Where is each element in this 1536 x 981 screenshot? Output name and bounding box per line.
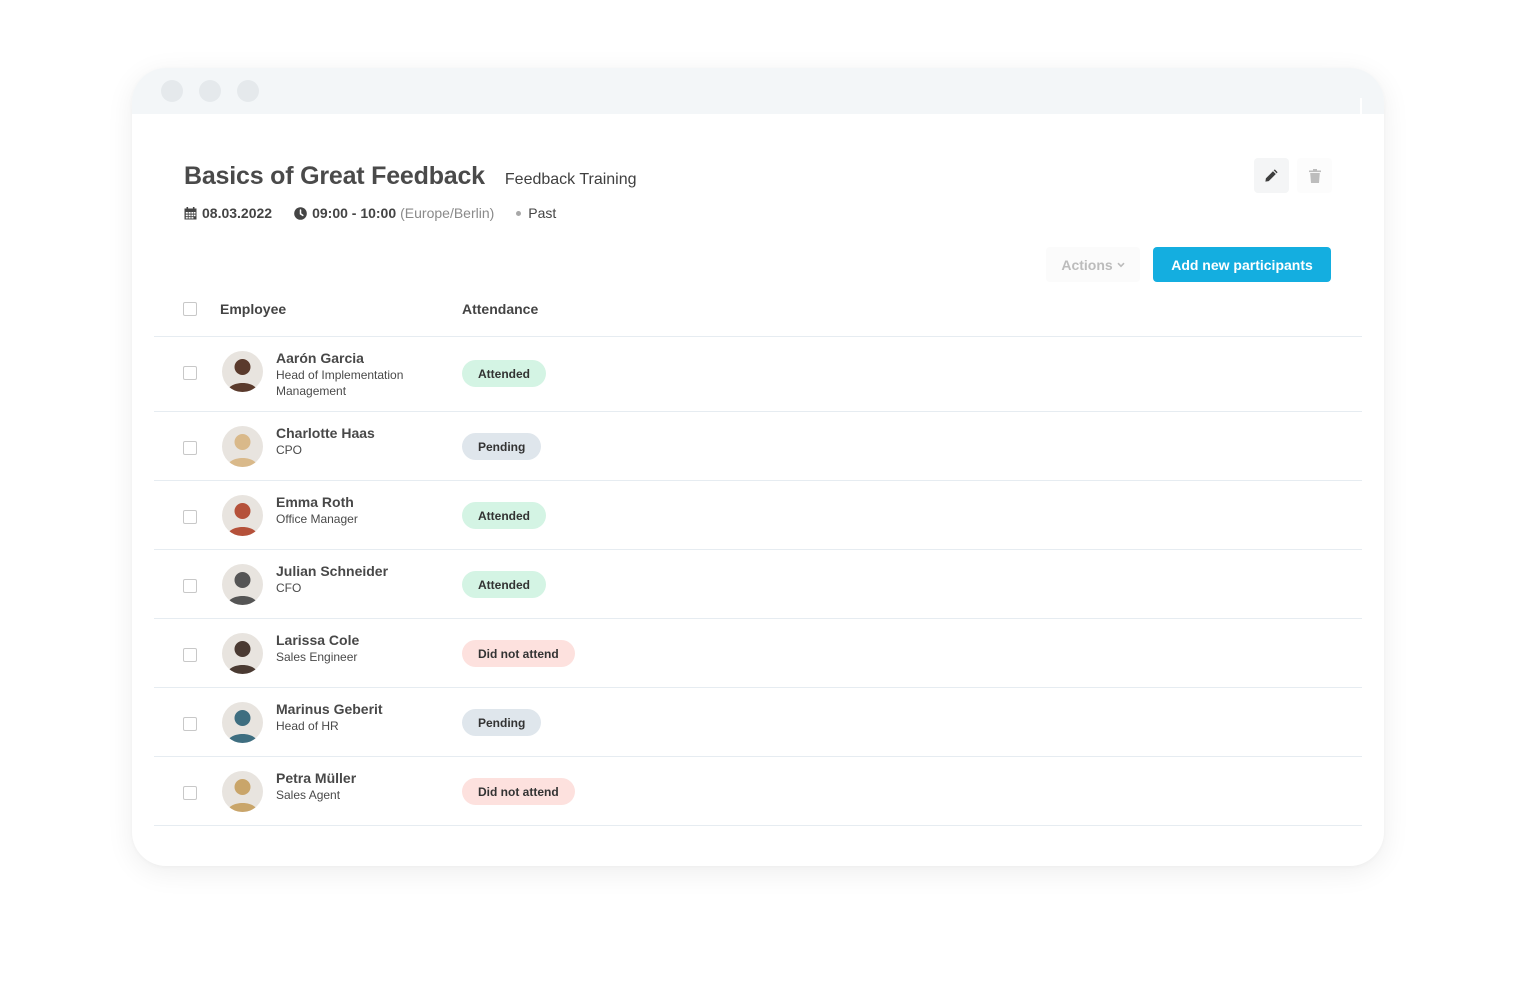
attendance-badge[interactable]: Did not attend — [462, 640, 575, 667]
event-time: 09:00 - 10:00 (Europe/Berlin) — [294, 205, 494, 221]
trash-icon — [1308, 168, 1321, 183]
table-row[interactable]: Emma Roth Office Manager Attended — [154, 481, 1362, 550]
table-body: Aarón Garcia Head of Implementation Mana… — [154, 337, 1362, 826]
employee-info: Emma Roth Office Manager — [276, 494, 436, 527]
attendance-badge[interactable]: Attended — [462, 571, 546, 598]
attendance-badge[interactable]: Attended — [462, 360, 546, 387]
row-checkbox[interactable] — [183, 510, 197, 524]
page-title: Basics of Great Feedback — [184, 162, 485, 190]
employee-role: Sales Agent — [276, 788, 341, 802]
event-date: 08.03.2022 — [184, 205, 272, 221]
employee-role: Head of Implementation Management — [276, 368, 404, 398]
employee-name[interactable]: Petra Müller — [276, 770, 436, 787]
avatar — [222, 633, 263, 674]
row-checkbox[interactable] — [183, 717, 197, 731]
employee-name[interactable]: Larissa Cole — [276, 632, 436, 649]
avatar-photo-icon — [222, 426, 263, 467]
employee-name[interactable]: Emma Roth — [276, 494, 436, 511]
employee-name[interactable]: Marinus Geberit — [276, 701, 436, 718]
actions-dropdown[interactable]: Actions — [1046, 247, 1140, 282]
employee-info: Marinus Geberit Head of HR — [276, 701, 436, 734]
table-row[interactable]: Aarón Garcia Head of Implementation Mana… — [154, 337, 1362, 412]
avatar — [222, 495, 263, 536]
event-meta: 08.03.2022 09:00 - 10:00 (Europe/Berlin)… — [184, 205, 637, 221]
table-header: Employee Attendance — [154, 288, 1362, 337]
employee-name[interactable]: Aarón Garcia — [276, 350, 436, 367]
employee-info: Julian Schneider CFO — [276, 563, 436, 596]
avatar-photo-icon — [222, 771, 263, 812]
window-maximize-button[interactable] — [237, 80, 259, 102]
event-header: Basics of Great Feedback Feedback Traini… — [184, 162, 637, 221]
avatar — [222, 426, 263, 467]
table-row[interactable]: Charlotte Haas CPO Pending — [154, 412, 1362, 481]
employee-name[interactable]: Julian Schneider — [276, 563, 436, 580]
row-checkbox[interactable] — [183, 366, 197, 380]
select-all-checkbox[interactable] — [183, 302, 197, 316]
employee-info: Larissa Cole Sales Engineer — [276, 632, 436, 665]
row-checkbox[interactable] — [183, 786, 197, 800]
window-titlebar — [132, 68, 1384, 114]
event-timezone: (Europe/Berlin) — [400, 205, 495, 221]
attendance-badge[interactable]: Did not attend — [462, 778, 575, 805]
delete-button[interactable] — [1297, 158, 1332, 193]
employee-role: Office Manager — [276, 512, 358, 526]
actions-label: Actions — [1061, 256, 1113, 273]
titlebar-divider — [1360, 98, 1362, 114]
avatar-photo-icon — [222, 564, 263, 605]
employee-name[interactable]: Charlotte Haas — [276, 425, 436, 442]
table-row[interactable]: Larissa Cole Sales Engineer Did not atte… — [154, 619, 1362, 688]
attendance-badge[interactable]: Attended — [462, 502, 546, 529]
row-checkbox[interactable] — [183, 648, 197, 662]
table-row[interactable]: Marinus Geberit Head of HR Pending — [154, 688, 1362, 757]
employee-info: Aarón Garcia Head of Implementation Mana… — [276, 350, 436, 399]
attendance-badge[interactable]: Pending — [462, 709, 542, 736]
table-row[interactable]: Julian Schneider CFO Attended — [154, 550, 1362, 619]
avatar — [222, 702, 263, 743]
column-attendance[interactable]: Attendance — [462, 301, 538, 317]
event-time-text: 09:00 - 10:00 — [312, 205, 397, 221]
status-dot-icon — [516, 210, 522, 216]
employee-role: CFO — [276, 581, 302, 595]
avatar-photo-icon — [222, 495, 263, 536]
employee-role: Head of HR — [276, 719, 339, 733]
avatar — [222, 351, 263, 392]
chevron-down-icon — [1117, 262, 1125, 267]
window-close-button[interactable] — [161, 80, 183, 102]
edit-button[interactable] — [1254, 158, 1289, 193]
employee-info: Petra Müller Sales Agent — [276, 770, 436, 803]
participants-table: Employee Attendance Aarón Garcia Head of… — [154, 288, 1362, 826]
pencil-icon — [1265, 169, 1278, 182]
avatar-photo-icon — [222, 633, 263, 674]
row-checkbox[interactable] — [183, 579, 197, 593]
calendar-icon — [184, 206, 197, 219]
employee-info: Charlotte Haas CPO — [276, 425, 436, 458]
avatar — [222, 564, 263, 605]
avatar-photo-icon — [222, 702, 263, 743]
event-date-text: 08.03.2022 — [202, 205, 273, 221]
add-participants-button[interactable]: Add new participants — [1153, 247, 1331, 282]
employee-role: Sales Engineer — [276, 650, 358, 664]
row-checkbox[interactable] — [183, 441, 197, 455]
column-employee[interactable]: Employee — [220, 301, 286, 317]
window-minimize-button[interactable] — [199, 80, 221, 102]
avatar — [222, 771, 263, 812]
employee-role: CPO — [276, 443, 303, 457]
app-window: Basics of Great Feedback Feedback Traini… — [132, 68, 1384, 866]
avatar-photo-icon — [222, 351, 263, 392]
clock-icon — [294, 206, 307, 220]
event-status-text: Past — [528, 205, 557, 221]
table-row[interactable]: Petra Müller Sales Agent Did not attend — [154, 757, 1362, 826]
attendance-badge[interactable]: Pending — [462, 433, 542, 460]
event-status: Past — [516, 205, 556, 221]
event-type: Feedback Training — [504, 171, 637, 188]
